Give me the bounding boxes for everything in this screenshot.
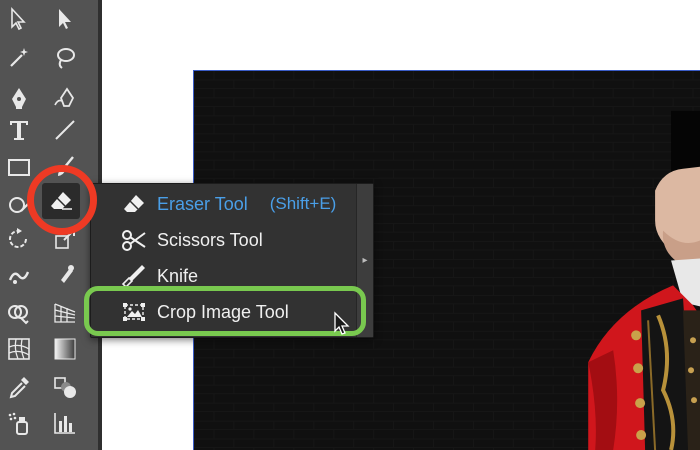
menu-item-shortcut: (Shift+E) — [269, 194, 337, 213]
curvature-tool-icon[interactable] — [50, 83, 80, 113]
line-segment-tool-icon[interactable] — [50, 115, 80, 145]
menu-item-label: Scissors Tool — [157, 229, 263, 250]
menu-item-eraser-tool[interactable]: Eraser Tool (Shift+E) — [91, 186, 355, 222]
eraser-icon — [119, 189, 149, 219]
menu-item-label: Knife — [157, 265, 199, 286]
menu-item-scissors-tool[interactable]: Scissors Tool — [91, 222, 355, 258]
pen-tool-icon[interactable] — [4, 83, 34, 113]
eyedropper-tool-icon[interactable] — [4, 372, 34, 402]
puppet-warp-tool-icon[interactable] — [50, 260, 80, 290]
column-graph-tool-icon[interactable] — [50, 408, 80, 438]
magic-wand-tool-icon[interactable] — [4, 43, 34, 73]
symbol-sprayer-tool-icon[interactable] — [4, 408, 34, 438]
perspective-grid-tool-icon[interactable] — [50, 298, 80, 328]
red-highlight-circle — [27, 165, 97, 235]
chevron-right-icon: ▸ — [362, 255, 368, 266]
blend-tool-icon[interactable] — [50, 372, 80, 402]
type-tool-icon[interactable] — [4, 115, 34, 145]
rectangle-tool-icon[interactable] — [4, 152, 34, 182]
mesh-tool-icon[interactable] — [4, 334, 34, 364]
selection-tool-icon[interactable] — [50, 4, 80, 34]
green-highlight-box — [84, 286, 366, 336]
rotate-tool-icon[interactable] — [4, 224, 34, 254]
menu-item-label: Eraser Tool — [157, 193, 248, 214]
direct-selection-tool-icon[interactable] — [4, 4, 34, 34]
scissors-icon — [119, 225, 149, 255]
gradient-tool-icon[interactable] — [50, 334, 80, 364]
mouse-pointer-icon — [334, 311, 350, 335]
shape-builder-tool-icon[interactable] — [4, 298, 34, 328]
lasso-tool-icon[interactable] — [50, 43, 80, 73]
warp-tool-icon[interactable] — [4, 260, 34, 290]
